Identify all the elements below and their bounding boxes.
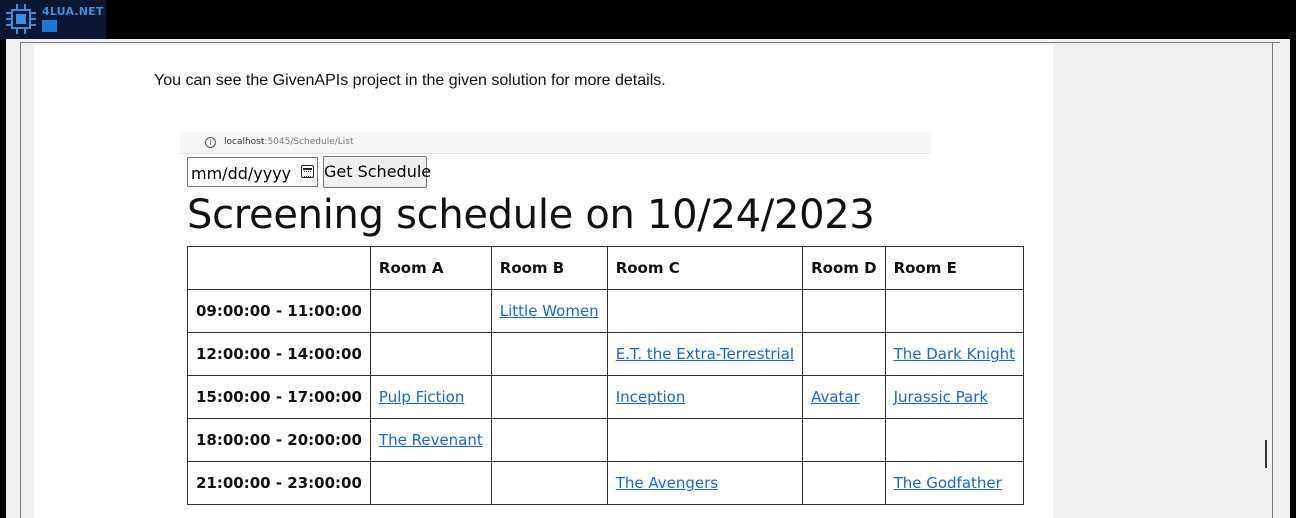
table-row: 21:00:00 - 23:00:00 The Avengers The God… bbox=[187, 461, 1025, 505]
url-path: :5045/Schedule/List bbox=[264, 137, 354, 147]
header-cell: Room D bbox=[802, 246, 886, 290]
cell: The Avengers bbox=[606, 461, 804, 505]
table-header-row: Room A Room B Room C Room D Room E bbox=[187, 246, 1025, 290]
header-cell: Room A bbox=[369, 246, 492, 290]
cell bbox=[802, 461, 886, 505]
table-row: 09:00:00 - 11:00:00 Little Women bbox=[187, 289, 1025, 333]
date-placeholder: mm/dd/yyyy bbox=[191, 164, 292, 183]
cell: The Godfather bbox=[884, 461, 1025, 505]
info-icon[interactable]: i bbox=[205, 137, 216, 148]
logo-badge bbox=[42, 20, 57, 32]
text-cursor bbox=[1265, 440, 1267, 468]
header-cell: Room C bbox=[606, 246, 804, 290]
cell: The Revenant bbox=[369, 418, 492, 462]
movie-link[interactable]: The Godfather bbox=[894, 474, 1002, 492]
url-text[interactable]: localhost:5045/Schedule/List bbox=[224, 137, 354, 147]
table-row: 15:00:00 - 17:00:00 Pulp Fiction Incepti… bbox=[187, 375, 1025, 419]
header-cell: Room B bbox=[490, 246, 608, 290]
movie-link[interactable]: The Revenant bbox=[379, 431, 483, 449]
cell bbox=[490, 375, 608, 419]
chip-icon bbox=[6, 4, 36, 34]
movie-link[interactable]: Pulp Fiction bbox=[379, 388, 464, 406]
cell bbox=[802, 418, 886, 462]
cell bbox=[884, 418, 1025, 462]
movie-link[interactable]: The Avengers bbox=[616, 474, 718, 492]
get-schedule-button[interactable]: Get Schedule bbox=[323, 156, 431, 188]
site-logo: 4LUA.NET bbox=[0, 0, 106, 39]
time-slot: 18:00:00 - 20:00:00 bbox=[187, 418, 371, 462]
cell bbox=[369, 289, 492, 333]
cell: Jurassic Park bbox=[884, 375, 1025, 419]
cell bbox=[884, 289, 1025, 333]
movie-link[interactable]: Inception bbox=[616, 388, 686, 406]
cell: Inception bbox=[606, 375, 804, 419]
header-cell: Room E bbox=[884, 246, 1025, 290]
movie-link[interactable]: Avatar bbox=[811, 388, 860, 406]
table-row: 12:00:00 - 14:00:00 E.T. the Extra-Terre… bbox=[187, 332, 1025, 376]
movie-link[interactable]: The Dark Knight bbox=[894, 345, 1015, 363]
cell bbox=[490, 332, 608, 376]
cell: Pulp Fiction bbox=[369, 375, 492, 419]
movie-link[interactable]: Little Women bbox=[500, 302, 599, 320]
logo-text: 4LUA.NET bbox=[42, 5, 104, 18]
cell bbox=[490, 461, 608, 505]
cell: E.T. the Extra-Terrestrial bbox=[606, 332, 804, 376]
cell bbox=[802, 289, 886, 333]
header-cell bbox=[187, 246, 371, 290]
time-slot: 15:00:00 - 17:00:00 bbox=[187, 375, 371, 419]
cell bbox=[606, 289, 804, 333]
cell bbox=[606, 418, 804, 462]
cell: Avatar bbox=[802, 375, 886, 419]
schedule-table: Room A Room B Room C Room D Room E 09:00… bbox=[187, 246, 1025, 505]
cell: Little Women bbox=[490, 289, 608, 333]
url-host: localhost bbox=[224, 137, 265, 147]
calendar-icon[interactable] bbox=[301, 165, 314, 178]
page-title: Screening schedule on 10/24/2023 bbox=[187, 192, 875, 238]
time-slot: 09:00:00 - 11:00:00 bbox=[187, 289, 371, 333]
right-side-panel bbox=[1053, 45, 1258, 518]
cell bbox=[369, 461, 492, 505]
date-input[interactable]: mm/dd/yyyy bbox=[187, 157, 318, 187]
cell bbox=[369, 332, 492, 376]
table-row: 18:00:00 - 20:00:00 The Revenant bbox=[187, 418, 1025, 462]
time-slot: 21:00:00 - 23:00:00 bbox=[187, 461, 371, 505]
time-slot: 12:00:00 - 14:00:00 bbox=[187, 332, 371, 376]
movie-link[interactable]: E.T. the Extra-Terrestrial bbox=[616, 345, 794, 363]
cell bbox=[802, 332, 886, 376]
movie-link[interactable]: Jurassic Park bbox=[894, 388, 989, 406]
cell bbox=[490, 418, 608, 462]
cell: The Dark Knight bbox=[884, 332, 1025, 376]
intro-text: You can see the GivenAPIs project in the… bbox=[154, 72, 666, 89]
